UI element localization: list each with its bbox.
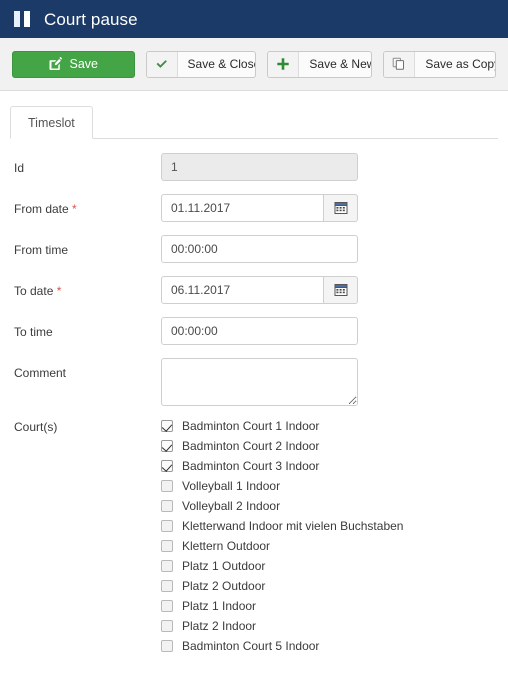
court-checkbox-label: Volleyball 2 Indoor (182, 499, 281, 513)
label-to-time: To time (0, 317, 161, 347)
field-to-time (161, 317, 358, 345)
court-checkbox-item[interactable]: Platz 1 Outdoor (161, 556, 403, 576)
checkbox-unchecked-icon[interactable] (161, 600, 173, 612)
checkbox-unchecked-icon[interactable] (161, 580, 173, 592)
form-row-comment: Comment (0, 358, 508, 416)
label-comment: Comment (0, 358, 161, 388)
save-as-copy-button-label: Save as Copy (425, 57, 496, 71)
tabstrip: Timeslot (10, 106, 498, 139)
court-checkbox-label: Klettern Outdoor (182, 539, 271, 553)
from-time-input[interactable] (161, 235, 358, 263)
label-from-time: From time (0, 235, 161, 265)
court-checkbox-item[interactable]: Kletterwand Indoor mit vielen Buchstaben (161, 516, 403, 536)
court-checkbox-label: Badminton Court 1 Indoor (182, 419, 320, 433)
court-checkbox-label: Badminton Court 3 Indoor (182, 459, 320, 473)
save-and-new-button-label: Save & New (309, 57, 373, 71)
court-checkbox-label: Platz 2 Indoor (182, 619, 257, 633)
save-and-close-button-label: Save & Close (187, 57, 257, 71)
label-from-time-text: From time (14, 243, 68, 257)
checkbox-unchecked-icon[interactable] (161, 560, 173, 572)
save-as-copy-button[interactable]: Save as Copy (383, 50, 496, 78)
page-title: Court pause (44, 9, 138, 29)
id-input[interactable] (161, 153, 358, 181)
label-courts-text: Court(s) (14, 420, 58, 434)
tab-timeslot-label: Timeslot (28, 115, 75, 130)
checkbox-unchecked-icon[interactable] (161, 480, 173, 492)
label-courts: Court(s) (0, 416, 161, 437)
comment-textarea[interactable] (161, 358, 358, 406)
court-checkbox-item[interactable]: Badminton Court 5 Indoor (161, 636, 403, 656)
copy-icon (384, 51, 416, 77)
court-checkbox-item[interactable]: Badminton Court 1 Indoor (161, 416, 403, 436)
courts-checkbox-list: Badminton Court 1 Indoor Badminton Court… (161, 416, 403, 656)
from-date-calendar-button[interactable] (324, 194, 358, 222)
checkbox-unchecked-icon[interactable] (161, 540, 173, 552)
save-button[interactable]: Save (12, 50, 135, 78)
action-toolbar: Save Save & Close Save & New Save as Cop… (0, 38, 508, 91)
court-checkbox-item[interactable]: Badminton Court 2 Indoor (161, 436, 403, 456)
calendar-icon (334, 283, 348, 297)
court-checkbox-item[interactable]: Volleyball 1 Indoor (161, 476, 403, 496)
field-comment (161, 358, 358, 406)
window-titlebar: Court pause (0, 0, 508, 38)
label-id-text: Id (14, 161, 25, 175)
court-checkbox-label: Badminton Court 5 Indoor (182, 639, 320, 653)
to-time-input[interactable] (161, 317, 358, 345)
court-checkbox-item[interactable]: Platz 2 Outdoor (161, 576, 403, 596)
tab-timeslot[interactable]: Timeslot (10, 106, 93, 139)
court-checkbox-item[interactable]: Platz 1 Indoor (161, 596, 403, 616)
edit-square-icon (49, 57, 63, 71)
checkbox-checked-icon[interactable] (161, 420, 173, 432)
form-row-id: Id (0, 153, 508, 194)
form-row-to-date: To date * (0, 276, 508, 317)
checkbox-unchecked-icon[interactable] (161, 620, 173, 632)
checkbox-checked-icon[interactable] (161, 440, 173, 452)
from-date-input[interactable] (161, 194, 324, 222)
label-comment-text: Comment (14, 366, 67, 380)
court-checkbox-label: Kletterwand Indoor mit vielen Buchstaben (182, 519, 404, 533)
save-and-close-button[interactable]: Save & Close (145, 50, 257, 78)
court-checkbox-item[interactable]: Badminton Court 3 Indoor (161, 456, 403, 476)
court-checkbox-label: Platz 2 Outdoor (182, 579, 266, 593)
save-and-new-button[interactable]: Save & New (267, 50, 373, 78)
to-date-calendar-button[interactable] (324, 276, 358, 304)
checkbox-unchecked-icon[interactable] (161, 640, 173, 652)
label-to-date: To date * (0, 276, 161, 306)
label-to-time-text: To time (14, 325, 53, 339)
check-icon (146, 51, 178, 77)
label-from-date: From date * (0, 194, 161, 224)
calendar-icon (334, 201, 348, 215)
pause-icon (14, 11, 30, 27)
field-from-date (161, 194, 358, 222)
court-checkbox-label: Platz 1 Indoor (182, 599, 257, 613)
timeslot-form: Id From date * (0, 139, 508, 656)
required-marker: * (72, 202, 77, 216)
checkbox-unchecked-icon[interactable] (161, 520, 173, 532)
court-checkbox-item[interactable]: Volleyball 2 Indoor (161, 496, 403, 516)
plus-icon (268, 51, 300, 77)
checkbox-unchecked-icon[interactable] (161, 500, 173, 512)
to-date-input[interactable] (161, 276, 324, 304)
required-marker: * (56, 284, 62, 298)
court-checkbox-item[interactable]: Platz 2 Indoor (161, 616, 403, 636)
form-row-from-date: From date * (0, 194, 508, 235)
form-row-to-time: To time (0, 317, 508, 358)
court-checkbox-item[interactable]: Klettern Outdoor (161, 536, 403, 556)
label-id: Id (0, 153, 161, 183)
label-to-date-text: To date (14, 284, 54, 298)
form-row-courts: Court(s) Badminton Court 1 Indoor Badmin… (0, 416, 508, 656)
court-checkbox-label: Platz 1 Outdoor (182, 559, 266, 573)
field-id (161, 153, 358, 181)
field-from-time (161, 235, 358, 263)
court-checkbox-label: Badminton Court 2 Indoor (182, 439, 320, 453)
checkbox-checked-icon[interactable] (161, 460, 173, 472)
save-button-label: Save (69, 57, 99, 71)
form-row-from-time: From time (0, 235, 508, 276)
label-from-date-text: From date (14, 202, 69, 216)
field-to-date (161, 276, 358, 304)
court-checkbox-label: Volleyball 1 Indoor (182, 479, 281, 493)
